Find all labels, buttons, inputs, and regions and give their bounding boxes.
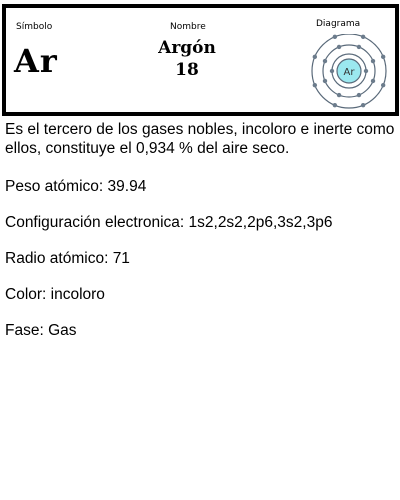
- element-description: Es el tercero de los gases nobles, incol…: [5, 121, 395, 157]
- element-phase: Fase: Gas: [5, 322, 77, 339]
- electron-dot: [332, 102, 338, 108]
- atomic-number: 18: [175, 60, 199, 80]
- name-label: Nombre: [170, 22, 206, 32]
- electron-dot: [370, 58, 376, 64]
- electron-dot: [332, 34, 338, 40]
- electron-dot: [356, 92, 362, 98]
- electron-dot: [380, 54, 386, 60]
- element-color: Color: incoloro: [5, 286, 105, 303]
- electron-dot: [322, 78, 328, 84]
- element-symbol: Ar: [14, 42, 58, 80]
- electron-dot: [312, 82, 318, 88]
- electron-dot: [312, 54, 318, 60]
- diagram-label: Diagrama: [316, 19, 361, 29]
- electron-configuration: Configuración electronica: 1s2,2s2,2p6,3…: [5, 214, 333, 231]
- atomic-radius: Radio atómico: 71: [5, 250, 130, 267]
- electron-dot: [329, 68, 335, 74]
- element-name: Argón: [158, 38, 216, 58]
- electron-dot: [336, 92, 342, 98]
- electron-dot: [336, 44, 342, 50]
- electron-dot: [360, 102, 366, 108]
- electron-dot: [322, 58, 328, 64]
- electron-dot: [360, 34, 366, 40]
- element-card-header: Símbolo Nombre Diagrama Ar Argón 18 Ar: [2, 4, 399, 116]
- bohr-diagram: Ar: [311, 34, 387, 109]
- electron-dot: [380, 82, 386, 88]
- electron-dot: [363, 68, 369, 74]
- electron-dot: [370, 78, 376, 84]
- atomic-weight: Peso atómico: 39.94: [5, 178, 147, 195]
- element-details: Es el tercero de los gases nobles, incol…: [5, 120, 395, 357]
- nucleus-label: Ar: [344, 67, 356, 78]
- electron-dot: [356, 44, 362, 50]
- symbol-label: Símbolo: [16, 22, 53, 32]
